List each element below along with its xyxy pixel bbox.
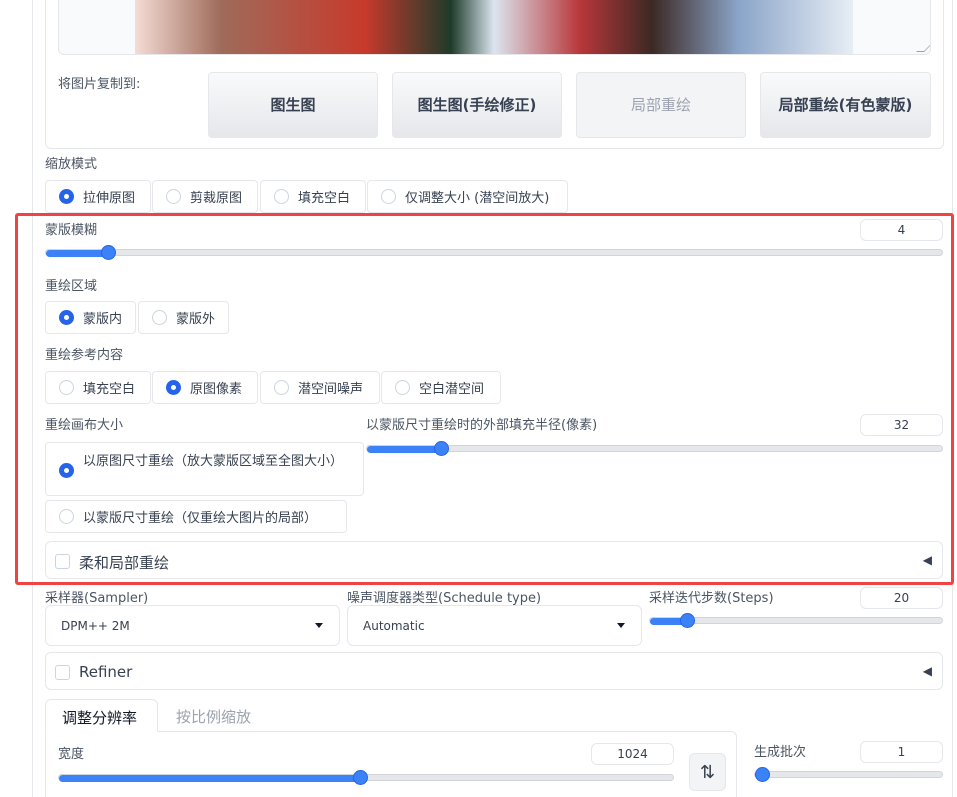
tab-resize-by[interactable]: 按比例缩放 bbox=[176, 706, 251, 727]
inpaint-fill-option-latent-noise[interactable]: 潜空间噪声 bbox=[260, 371, 380, 404]
tab-resize-to-label: 调整分辨率 bbox=[62, 709, 138, 727]
resize-mode-option-latent[interactable]: 仅调整大小 (潜空间放大) bbox=[367, 180, 568, 213]
radio-selected-icon bbox=[59, 310, 74, 325]
copy-to-inpaint-button[interactable]: 局部重绘 bbox=[576, 72, 746, 138]
mask-blur-slider-handle[interactable] bbox=[101, 245, 116, 260]
dropdown-caret-icon bbox=[617, 623, 625, 628]
tab-resize-to[interactable]: 调整分辨率 bbox=[45, 699, 158, 732]
collapse-arrow-icon[interactable]: ◀ bbox=[923, 664, 932, 678]
resize-mode-label: 缩放模式 bbox=[45, 157, 98, 172]
padding-slider-handle[interactable] bbox=[434, 441, 449, 456]
mask-blur-slider-track[interactable] bbox=[45, 249, 943, 257]
radio-icon bbox=[59, 380, 74, 395]
panel-border-right bbox=[952, 0, 953, 797]
refiner-accordion[interactable]: Refiner ◀ bbox=[45, 652, 943, 690]
radio-selected-icon bbox=[59, 189, 74, 204]
inpaint-fill-option-fill[interactable]: 填充空白 bbox=[45, 371, 151, 404]
resize-mode-option-fill[interactable]: 填充空白 bbox=[260, 180, 366, 213]
resize-mode-option-crop[interactable]: 剪裁原图 bbox=[152, 180, 258, 213]
radio-icon bbox=[274, 380, 289, 395]
schedule-type-label: 噪声调度器类型(Schedule type) bbox=[347, 591, 542, 606]
batch-count-input[interactable]: 1 bbox=[860, 741, 943, 763]
inpaint-fill-label: 重绘参考内容 bbox=[45, 348, 124, 363]
padding-label: 以蒙版尺寸重绘时的外部填充半径(像素) bbox=[366, 418, 598, 433]
radio-selected-icon bbox=[59, 463, 74, 478]
radio-icon bbox=[395, 380, 410, 395]
width-slider-fill bbox=[59, 775, 361, 782]
resize-handle-icon[interactable] bbox=[916, 44, 930, 52]
inpaint-area-label: 重绘区域 bbox=[45, 279, 98, 294]
radio-icon bbox=[274, 189, 289, 204]
width-label: 宽度 bbox=[58, 747, 85, 762]
collapse-arrow-icon[interactable]: ◀ bbox=[923, 553, 932, 567]
refiner-checkbox[interactable] bbox=[55, 665, 70, 680]
inpaint-area-option-not-masked[interactable]: 蒙版外 bbox=[138, 301, 229, 334]
inpaint-fill-option-original[interactable]: 原图像素 bbox=[152, 371, 258, 404]
schedule-type-dropdown[interactable]: Automatic bbox=[347, 605, 642, 646]
sampler-label: 采样器(Sampler) bbox=[45, 591, 149, 606]
batch-count-slider-track[interactable] bbox=[754, 771, 943, 778]
width-slider-handle[interactable] bbox=[353, 770, 368, 785]
sampler-dropdown[interactable]: DPM++ 2M bbox=[45, 605, 340, 646]
padding-input[interactable]: 32 bbox=[860, 414, 943, 436]
radio-icon bbox=[59, 509, 74, 524]
inpaint-full-res-label: 重绘画布大小 bbox=[45, 418, 124, 433]
radio-selected-icon bbox=[166, 380, 181, 395]
steps-input[interactable]: 20 bbox=[860, 587, 943, 609]
copy-to-sketch-button[interactable]: 图生图(手绘修正) bbox=[392, 72, 562, 138]
soft-inpainting-accordion[interactable]: 柔和局部重绘 ◀ bbox=[45, 541, 943, 579]
soft-inpainting-label: 柔和局部重绘 bbox=[79, 554, 170, 572]
steps-slider-handle[interactable] bbox=[680, 613, 695, 628]
inpaint-area-option-masked[interactable]: 蒙版内 bbox=[45, 301, 136, 334]
copy-to-inpaint-sketch-button[interactable]: 局部重绘(有色蒙版) bbox=[760, 72, 931, 138]
mask-blur-label: 蒙版模糊 bbox=[45, 223, 98, 238]
mask-blur-input[interactable]: 4 bbox=[860, 219, 943, 241]
dropdown-caret-icon bbox=[315, 623, 323, 628]
radio-icon bbox=[152, 310, 167, 325]
soft-inpainting-checkbox[interactable] bbox=[55, 554, 70, 569]
radio-icon bbox=[381, 189, 396, 204]
inpaint-full-res-option-masked[interactable]: 以蒙版尺寸重绘（仅重绘大图片的局部） bbox=[45, 500, 347, 533]
batch-count-slider-handle[interactable] bbox=[755, 767, 770, 782]
resize-mode-option-stretch[interactable]: 拉伸原图 bbox=[45, 180, 151, 213]
copy-to-label: 将图片复制到: bbox=[58, 77, 141, 92]
inpaint-full-res-option-whole[interactable]: 以原图尺寸重绘（放大蒙版区域至全图大小） bbox=[45, 442, 364, 496]
refiner-label: Refiner bbox=[79, 663, 133, 681]
uploaded-image bbox=[135, 0, 853, 54]
panel-border-left bbox=[32, 0, 33, 797]
radio-icon bbox=[166, 189, 181, 204]
inpaint-fill-option-latent-nothing[interactable]: 空白潜空间 bbox=[381, 371, 501, 404]
swap-dimensions-icon[interactable]: ⇅ bbox=[689, 753, 726, 791]
batch-count-label: 生成批次 bbox=[754, 745, 807, 760]
padding-slider-fill bbox=[367, 446, 442, 453]
width-input[interactable]: 1024 bbox=[591, 743, 674, 765]
mask-blur-slider-fill bbox=[46, 250, 109, 257]
copy-to-img2img-button[interactable]: 图生图 bbox=[208, 72, 378, 138]
steps-label: 采样迭代步数(Steps) bbox=[649, 591, 774, 606]
padding-slider-track[interactable] bbox=[366, 445, 943, 453]
image-canvas-area[interactable] bbox=[58, 0, 931, 55]
